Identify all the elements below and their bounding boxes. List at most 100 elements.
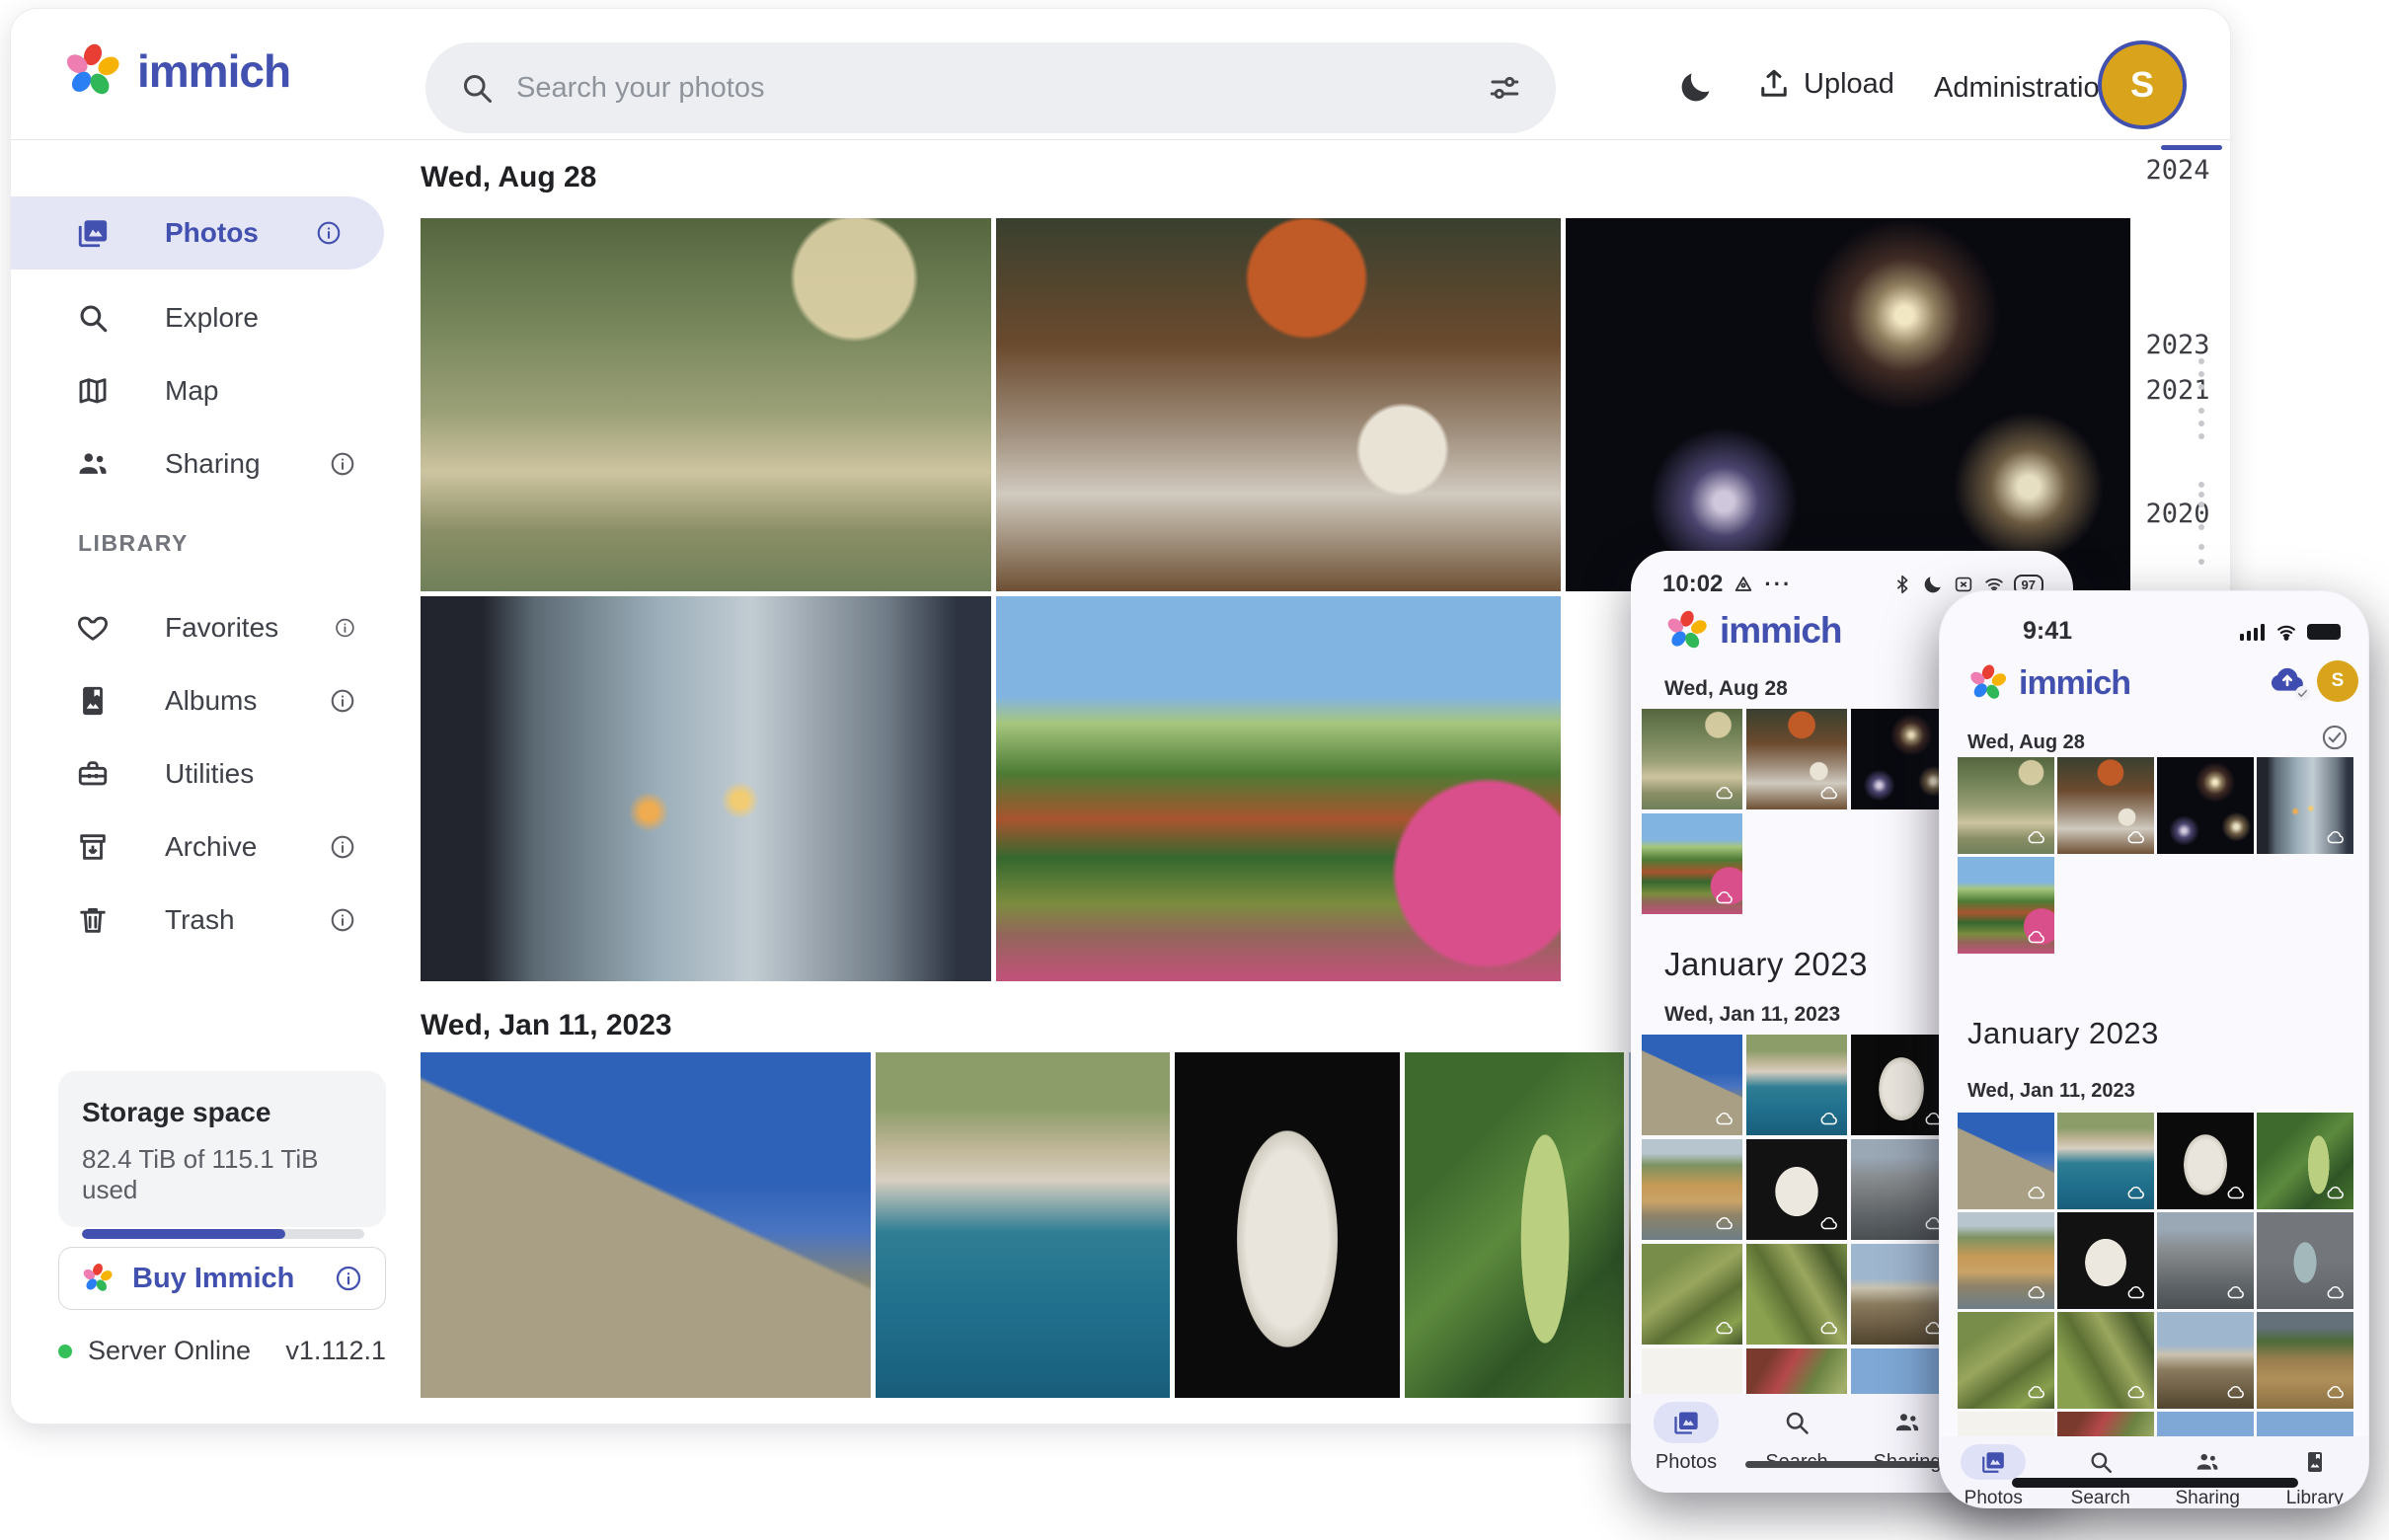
photo-tile-ruins[interactable] (2157, 1212, 2254, 1309)
photo-tile-bust[interactable] (1851, 1035, 1952, 1135)
timeline-position-bar[interactable] (2161, 145, 2222, 150)
photo-tile-colorful[interactable] (1746, 1348, 1847, 1394)
select-all-check-icon[interactable] (2321, 724, 2349, 751)
sidebar-item-archive[interactable]: Archive (11, 810, 398, 884)
date-group-header: Wed, Jan 11, 2023 (1664, 1003, 1840, 1027)
nav-label: Photos (1965, 1488, 2023, 1508)
photo-tile-lizard2[interactable] (2057, 1312, 2154, 1409)
info-icon[interactable] (329, 906, 356, 934)
nav-item-photos[interactable]: Photos (1942, 1444, 2044, 1508)
sidebar-item-map[interactable]: Map (11, 354, 398, 427)
nav-item-photos[interactable]: Photos (1635, 1402, 1737, 1493)
upload-icon (1756, 66, 1792, 102)
photo-dinner-table[interactable] (996, 218, 1561, 591)
trash-icon (76, 903, 110, 937)
backup-cloud-button[interactable] (2268, 664, 2307, 698)
avatar-initial: S (2130, 64, 2154, 106)
timeline-dot (2198, 408, 2204, 414)
home-indicator[interactable] (2012, 1478, 2298, 1488)
photo-tile-cliff[interactable] (1958, 1212, 2054, 1309)
sharing-people-icon (76, 447, 110, 481)
photo-tile-skytile[interactable] (2257, 1412, 2353, 1436)
search-filter-icon[interactable] (1487, 70, 1522, 106)
sidebar-item-sharing[interactable]: Sharing (11, 427, 398, 500)
photo-tile-town[interactable] (1851, 1244, 1952, 1345)
photo-fireworks[interactable] (1566, 218, 2130, 591)
cloud-backup-icon (1714, 886, 1735, 908)
photo-tile-lizard1[interactable] (1958, 1312, 2054, 1409)
search-bar[interactable] (425, 42, 1556, 133)
photo-tile-skytile[interactable] (2157, 1412, 2254, 1436)
photo-tile-dinner[interactable] (1746, 709, 1847, 809)
ios-status-bar: 9:41 (2023, 617, 2341, 646)
photo-tile-ruins[interactable] (1851, 1139, 1952, 1240)
photo-tile-trophy[interactable] (2257, 1212, 2353, 1309)
photo-tile-garden[interactable] (1642, 813, 1742, 914)
info-icon[interactable] (315, 219, 343, 247)
photo-sculpture-bust[interactable] (1175, 1052, 1400, 1398)
photo-garden-path[interactable] (996, 596, 1561, 981)
timeline-year[interactable]: 2021 (2133, 375, 2222, 406)
photo-tile-cliff[interactable] (1642, 1139, 1742, 1240)
info-icon[interactable] (329, 833, 356, 861)
cellular-signal-icon (2240, 623, 2266, 641)
photo-tile-fireworks[interactable] (2157, 757, 2254, 854)
photo-tile-bust2[interactable] (2057, 1212, 2154, 1309)
photo-tile-coast[interactable] (2057, 1113, 2154, 1209)
timeline-year[interactable]: 2024 (2133, 155, 2222, 186)
photo-holding-hands[interactable] (421, 596, 991, 981)
info-icon[interactable] (329, 687, 356, 715)
nav-item-search[interactable]: Search (2049, 1444, 2152, 1508)
immich-logo[interactable]: immich (62, 40, 290, 102)
info-icon[interactable] (334, 614, 356, 642)
photo-tile-sand[interactable] (1642, 1348, 1742, 1394)
photo-tile-bust[interactable] (2157, 1113, 2254, 1209)
sidebar-item-albums[interactable]: Albums (11, 664, 398, 737)
photo-monkeys-forest[interactable] (421, 218, 991, 591)
storage-usage-text: 82.4 TiB of 115.1 TiB used (82, 1144, 362, 1205)
dark-mode-toggle[interactable] (1677, 68, 1715, 106)
photo-tile-bust2[interactable] (1746, 1139, 1847, 1240)
storage-title: Storage space (82, 1097, 362, 1128)
user-avatar[interactable]: S (2098, 40, 2187, 129)
photo-tile-castle[interactable] (1642, 1035, 1742, 1135)
sidebar-item-trash[interactable]: Trash (11, 884, 398, 957)
photo-tile-lizard2[interactable] (1746, 1244, 1847, 1345)
upload-button[interactable]: Upload (1756, 66, 1894, 102)
buy-immich-button[interactable]: Buy Immich (58, 1247, 386, 1310)
photo-tile-hands[interactable] (2257, 757, 2353, 854)
cloud-backup-icon (1818, 1317, 1840, 1339)
photo-tile-colorful[interactable] (2057, 1412, 2154, 1436)
photo-tile-monkeys[interactable] (1958, 757, 2054, 854)
nav-item-library[interactable]: Library (2264, 1444, 2366, 1508)
timeline-year[interactable]: 2020 (2133, 499, 2222, 529)
photo-seagrape-plant[interactable] (1405, 1052, 1624, 1398)
user-avatar[interactable]: S (2317, 660, 2358, 702)
photo-coastal-town[interactable] (876, 1052, 1170, 1398)
photo-tile-seagrape[interactable] (2257, 1113, 2353, 1209)
sidebar-item-photos[interactable]: Photos (11, 196, 384, 270)
search-input[interactable] (516, 72, 1465, 105)
photo-tile-garden[interactable] (1958, 857, 2054, 954)
home-indicator[interactable] (1745, 1461, 1959, 1468)
nav-item-sharing[interactable]: Sharing (2156, 1444, 2259, 1508)
photo-tile-coast[interactable] (1746, 1035, 1847, 1135)
photo-tile-farm[interactable] (2257, 1312, 2353, 1409)
photo-tile-sand[interactable] (1958, 1412, 2054, 1436)
nav-item-search[interactable]: Search (1745, 1402, 1848, 1493)
photo-tile-skytile[interactable] (1851, 1348, 1952, 1394)
photo-tile-dinner[interactable] (2057, 757, 2154, 854)
photo-tile-monkeys[interactable] (1642, 709, 1742, 809)
cloud-backup-icon (1818, 1108, 1840, 1129)
timeline-year[interactable]: 2023 (2133, 330, 2222, 360)
info-icon[interactable] (329, 450, 356, 478)
photo-tile-castle[interactable] (1958, 1113, 2054, 1209)
sidebar-item-favorites[interactable]: Favorites (11, 591, 398, 664)
photo-castle-walls[interactable] (421, 1052, 871, 1398)
photo-tile-lizard1[interactable] (1642, 1244, 1742, 1345)
photo-tile-fireworks[interactable] (1851, 709, 1952, 809)
sidebar-item-explore[interactable]: Explore (11, 281, 398, 354)
photo-tile-town[interactable] (2157, 1312, 2254, 1409)
sidebar-item-utilities[interactable]: Utilities (11, 737, 398, 810)
administration-link[interactable]: Administration (1934, 72, 2116, 105)
